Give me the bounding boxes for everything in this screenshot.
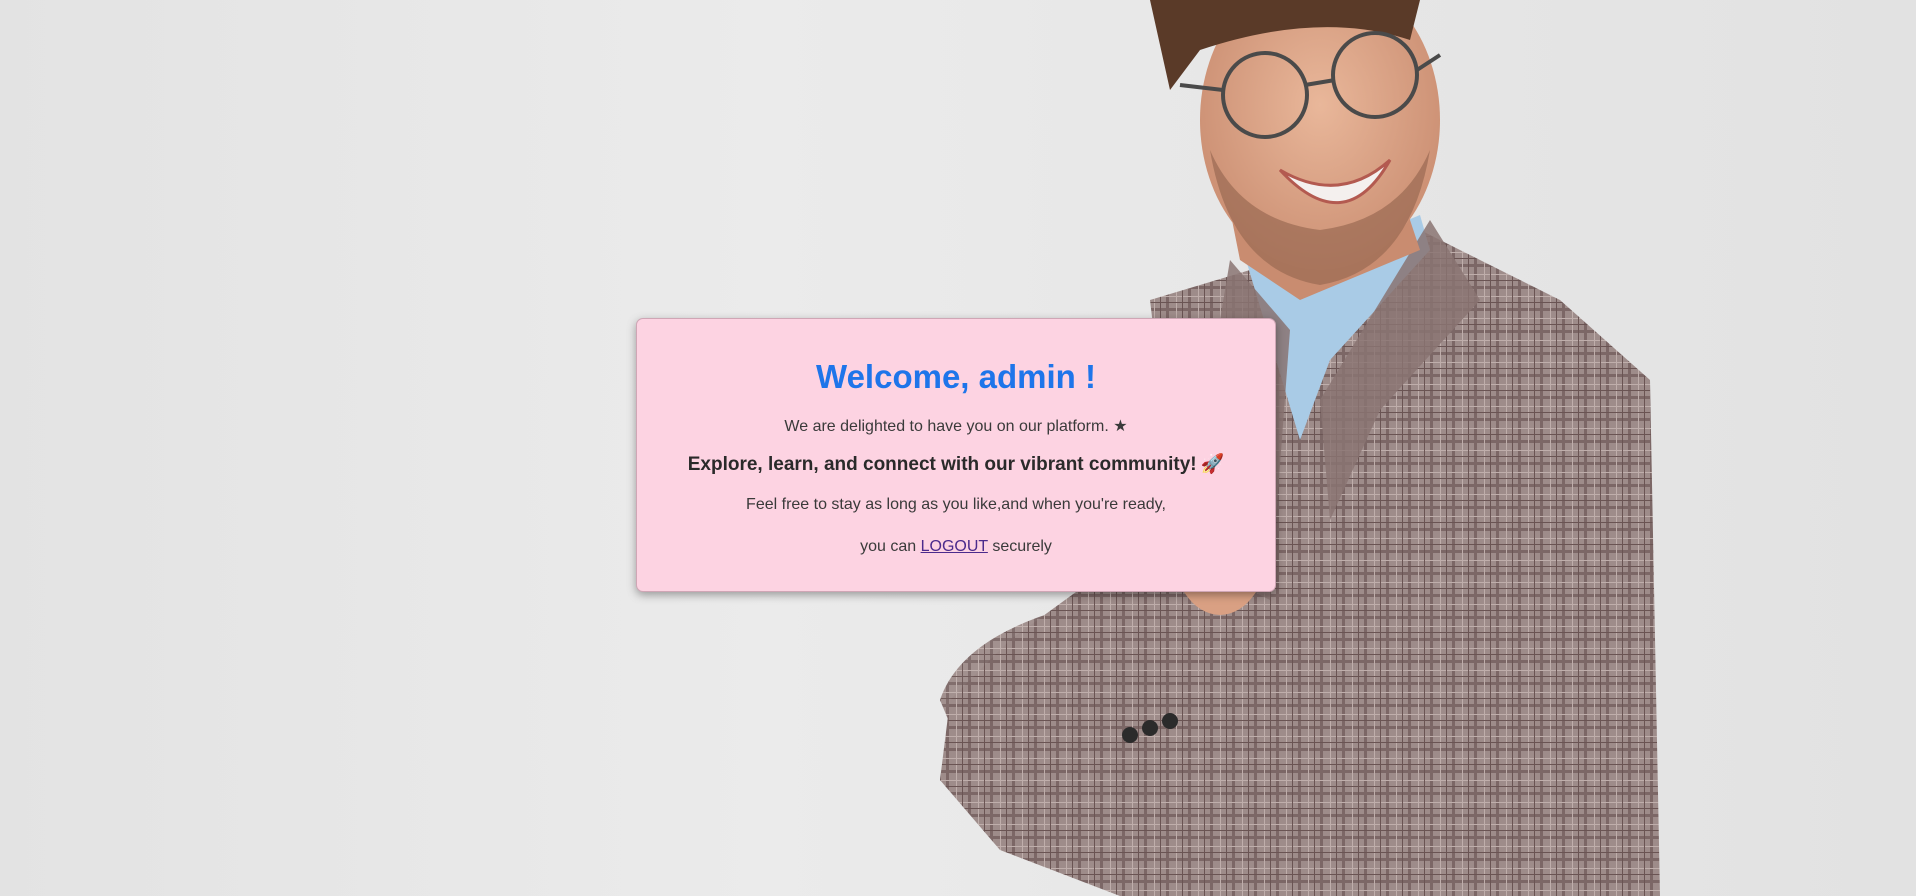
stay-message: Feel free to stay as long as you like,an… <box>746 495 1166 513</box>
delighted-message: We are delighted to have you on our plat… <box>784 417 1128 435</box>
logout-message: you can LOGOUT securely <box>637 537 1275 557</box>
logout-suffix: securely <box>992 537 1052 555</box>
logout-link[interactable]: LOGOUT <box>921 538 988 555</box>
welcome-title: Welcome, admin ! <box>816 358 1096 395</box>
logout-prefix: you can <box>860 537 917 555</box>
rocket-icon: 🚀 <box>1200 453 1225 475</box>
explore-message: Explore, learn, and connect with our vib… <box>637 453 1275 477</box>
explore-text: Explore, learn, and connect with our vib… <box>687 453 1197 475</box>
welcome-card: Welcome, admin ! We are delighted to hav… <box>636 318 1276 592</box>
